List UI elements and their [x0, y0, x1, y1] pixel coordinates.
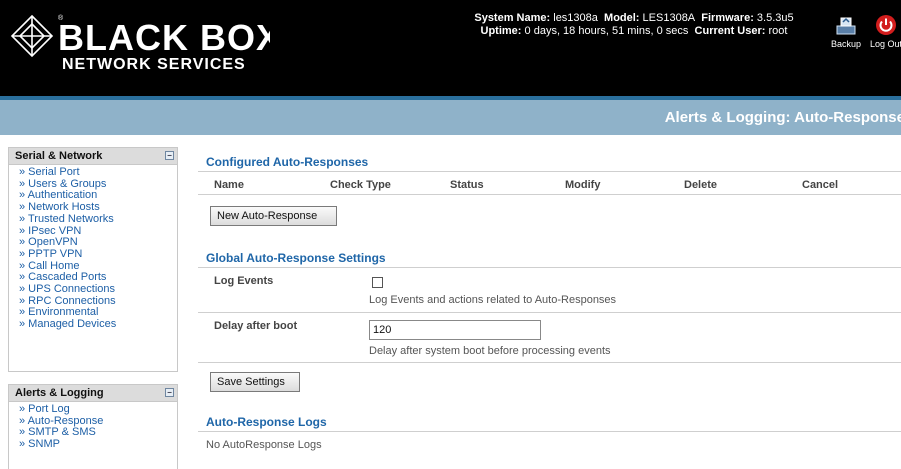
title-bar: Alerts & Logging: Auto-Response — [0, 100, 901, 135]
panel-title: Alerts & Logging — [15, 387, 104, 399]
column-header-name: Name — [214, 179, 244, 191]
firmware-label: Firmware: — [701, 12, 754, 24]
system-name-label: System Name: — [474, 12, 551, 24]
divider — [198, 312, 901, 313]
log-events-label: Log Events — [214, 275, 274, 287]
collapse-icon[interactable]: − — [165, 388, 174, 397]
log-events-checkbox[interactable] — [372, 277, 383, 288]
divider — [198, 194, 901, 195]
sidebar-item-managed-devices[interactable]: » Managed Devices — [9, 318, 177, 331]
panel-title: Serial & Network — [15, 150, 103, 162]
backup-label: Backup — [830, 39, 862, 49]
logs-section-title: Auto-Response Logs — [206, 415, 327, 429]
svg-text:NETWORK SERVICES: NETWORK SERVICES — [62, 56, 246, 72]
no-logs-message: No AutoResponse Logs — [206, 439, 322, 451]
svg-text:BLACK BOX: BLACK BOX — [58, 17, 270, 58]
save-settings-button[interactable]: Save Settings — [210, 372, 300, 392]
sidebar-item-pptp-vpn[interactable]: » PPTP VPN — [9, 248, 177, 261]
divider — [198, 171, 901, 172]
divider — [198, 267, 901, 268]
svg-text:®: ® — [58, 14, 64, 22]
divider — [198, 362, 901, 363]
delay-after-boot-description: Delay after system boot before processin… — [369, 345, 611, 357]
panel-header: Serial & Network − — [9, 148, 177, 165]
sidebar-item-ups-connections[interactable]: » UPS Connections — [9, 283, 177, 296]
column-header-check-type: Check Type — [330, 179, 391, 191]
sidebar-item-snmp[interactable]: » SNMP — [9, 438, 177, 451]
delay-after-boot-input[interactable] — [369, 320, 541, 340]
model-value: LES1308A — [642, 12, 696, 24]
system-info: System Name: les1308a Model: LES1308A Fi… — [444, 12, 824, 38]
uptime-label: Uptime: — [480, 25, 522, 37]
configured-section-title: Configured Auto-Responses — [206, 155, 369, 169]
column-header-modify: Modify — [565, 179, 601, 191]
sidebar-item-serial-port[interactable]: » Serial Port — [9, 166, 177, 179]
column-header-cancel: Cancel — [802, 179, 839, 191]
system-name-value: les1308a — [553, 12, 598, 24]
current-user-value: root — [768, 25, 788, 37]
sidebar-item-port-log[interactable]: » Port Log — [9, 403, 177, 416]
collapse-icon[interactable]: − — [165, 151, 174, 160]
log-events-description: Log Events and actions related to Auto-R… — [369, 294, 617, 306]
delay-after-boot-label: Delay after boot — [214, 320, 298, 332]
column-header-status: Status — [450, 179, 484, 191]
sidebar-item-trusted-networks[interactable]: » Trusted Networks — [9, 213, 177, 226]
backup-button[interactable]: Backup — [828, 14, 864, 49]
sidebar-panel-serial-network: Serial & Network − » Serial Port » Users… — [8, 147, 178, 372]
global-section-title: Global Auto-Response Settings — [206, 251, 386, 265]
power-icon — [876, 15, 896, 35]
page-title: Alerts & Logging: Auto-Response — [664, 109, 901, 126]
backup-icon — [836, 17, 856, 35]
sidebar-panel-alerts-logging: Alerts & Logging − » Port Log » Auto-Res… — [8, 384, 178, 469]
uptime-value: 0 days, 18 hours, 51 mins, 0 secs — [524, 25, 689, 37]
header-bar: BLACK BOX ® NETWORK SERVICES System Name… — [0, 0, 901, 96]
column-header-delete: Delete — [684, 179, 718, 191]
panel-header: Alerts & Logging − — [9, 385, 177, 402]
logout-label: Log Out — [869, 39, 901, 49]
divider — [198, 431, 901, 432]
current-user-label: Current User: — [694, 25, 766, 37]
logout-button[interactable]: Log Out — [866, 14, 901, 49]
model-label: Model: — [604, 12, 640, 24]
black-box-logo: BLACK BOX ® NETWORK SERVICES — [10, 14, 270, 72]
new-auto-response-button[interactable]: New Auto-Response — [210, 206, 337, 226]
firmware-value: 3.5.3u5 — [756, 12, 794, 24]
